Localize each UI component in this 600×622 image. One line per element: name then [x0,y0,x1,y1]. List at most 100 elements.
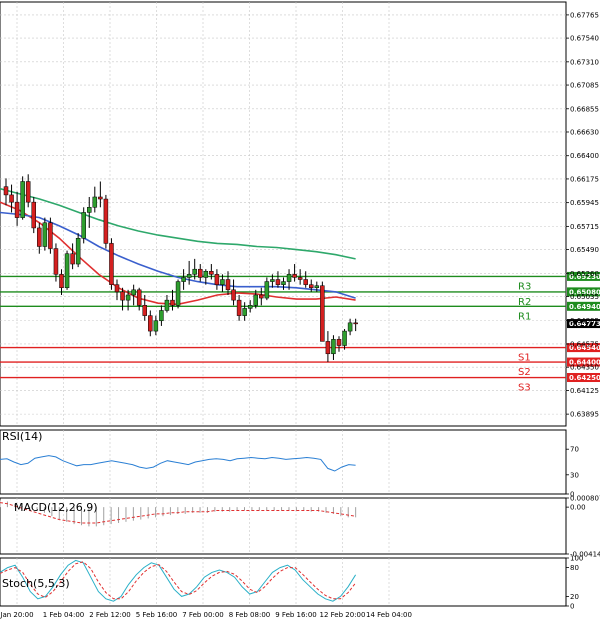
price-tick-label: 0.64125 [570,387,599,395]
price-tick-label: 0.66400 [570,152,599,160]
price-tick-label: 0.63895 [570,411,599,419]
candle [353,318,358,332]
candle-body-down [320,285,325,342]
time-tick-label: 1 Feb 04:00 [43,611,84,619]
candle-body-down [170,299,175,306]
candle-body-up [87,207,92,213]
rsi-line [0,455,356,472]
chart-frame [0,1,567,607]
candle [342,329,347,350]
stoch-title: Stoch(5,5,3) [2,577,70,590]
candle [231,279,236,306]
candle-body-up [159,310,164,322]
candle-body-down [259,294,264,299]
grid [0,2,566,606]
candle [247,300,253,313]
candle-body-down [37,227,42,247]
level-price-tag-text: 0.64250 [569,374,600,382]
candle [81,207,86,244]
candle [148,310,153,337]
candle [75,233,81,268]
candle [175,279,181,309]
candle-body-down [48,222,53,249]
candle-body-down [98,196,103,200]
price-tick-label: 0.64805 [570,317,599,325]
candle-body-down [142,305,147,316]
candle-body-up [331,339,336,355]
candle [114,279,120,301]
time-tick-label: Jan 20:00 [0,611,34,619]
candle-body-up [175,281,181,306]
candle [209,264,214,280]
price-tick-label: 0.65260 [570,270,599,278]
chart-root: R30.65230R20.65080R10.64940S10.64540S20.… [0,1,600,619]
pivot-levels: R30.65230R20.65080R10.64940S10.64540S20.… [0,271,600,394]
candle [336,336,342,352]
candle-body-up [342,330,347,346]
candle-body-down [25,181,31,203]
level-price-tag-text: 0.64940 [569,303,600,311]
level-label-s2: S2 [518,367,531,378]
candle-body-down [14,201,20,218]
candle-body-down [309,284,314,289]
candle [70,243,75,270]
candle-body-up [347,322,353,332]
candle-body-down [148,315,153,332]
candle [153,315,159,336]
candle [275,271,281,288]
candle [186,260,192,285]
candle-body-up [192,268,197,275]
candle [98,181,103,208]
price-tick-label: 0.64350 [570,364,599,372]
candle-body-down [225,279,231,291]
price-tick-label: 0.65715 [570,223,599,231]
candle [48,217,53,254]
candle [20,176,25,220]
candle-body-up [270,279,275,282]
price-tick-label: 0.65945 [570,199,599,207]
candle-body-down [103,198,109,244]
candle [347,318,353,336]
level-label-s3: S3 [518,383,531,394]
candle-body-down [31,201,36,229]
candle-body-up [64,253,70,289]
price-tick-label: 0.66175 [570,175,599,183]
stoch-tick-label: 80 [570,564,579,572]
candle [131,284,136,306]
candle-body-up [247,305,253,309]
candle-body-up [314,285,320,289]
price-tick-label: 0.67765 [570,11,599,19]
candle-body-up [20,181,25,218]
candle-body-up [153,320,159,332]
candle-body-down [297,277,303,280]
candle [320,281,325,342]
candle-body-up [131,289,136,296]
price-tick-label: 0.66630 [570,128,599,136]
candle [331,335,336,360]
candle [170,289,175,311]
stoch-tick-label: 20 [570,593,579,601]
rsi-tick-label: 70 [570,446,579,454]
rsi-title: RSI(14) [2,430,42,443]
candle-body-up [203,271,209,278]
rsi-tick-label: 30 [570,471,579,479]
candle [214,269,220,290]
candle [3,178,9,206]
candle-body-down [303,279,308,285]
time-tick-label: 7 Feb 00:00 [182,611,223,619]
candle-body-down [214,274,220,285]
price-tick-label: 0.67540 [570,35,599,43]
price-tick-label: 0.66855 [570,105,599,113]
candle-body-down [59,274,64,289]
candle-body-up [281,281,286,285]
candle [242,302,247,321]
candle [136,287,142,311]
candle [159,305,164,326]
candle-body-down [109,243,114,285]
candle [64,250,70,290]
candle-body-down [9,194,14,203]
candle [103,194,109,249]
candle-body-up [186,274,192,278]
candle [92,186,98,213]
price-tick-label: 0.67310 [570,58,599,66]
